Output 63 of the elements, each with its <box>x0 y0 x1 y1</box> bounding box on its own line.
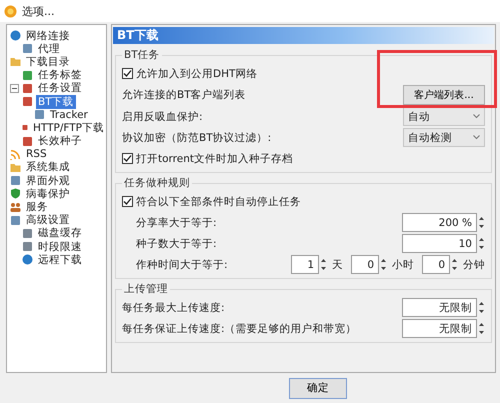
tree-item[interactable]: 网络连接 <box>24 28 72 43</box>
client-list-button[interactable]: 客户端列表... <box>403 85 485 105</box>
unit-label: 小时 <box>392 258 414 272</box>
unit-label: 分钟 <box>463 258 485 272</box>
number-field[interactable]: 1 <box>291 255 319 274</box>
tree-item[interactable]: 服务 <box>24 200 50 214</box>
tag-icon <box>22 70 33 81</box>
number-field[interactable]: 200 % <box>402 213 477 232</box>
tree-item[interactable]: 系统集成 <box>24 160 72 174</box>
collapse-icon[interactable] <box>10 84 19 93</box>
tree-item[interactable]: Tracker <box>48 108 90 121</box>
panel-title: BT下载 <box>113 27 494 44</box>
shield-icon <box>10 188 21 200</box>
tree-item[interactable]: 磁盘缓存 <box>36 226 84 240</box>
checkbox-label: 符合以下全部条件时自动停止任务 <box>136 194 301 208</box>
field-label: 允许连接的BT客户端列表 <box>122 88 246 102</box>
field-label: 种子数大于等于: <box>136 236 217 250</box>
tree-item[interactable]: 代理 <box>36 42 62 56</box>
group-title: BT任务 <box>123 48 161 62</box>
tree-item[interactable]: RSS <box>24 148 49 160</box>
field-label: 启用反吸血保护: <box>122 110 203 124</box>
tree-item[interactable]: 远程下载 <box>36 252 84 267</box>
tree-item[interactable]: 下载目录 <box>24 54 72 69</box>
field-label: 每任务最大上传速度: <box>122 300 225 314</box>
chevron-down-icon <box>473 114 480 119</box>
field-label: 作种时间大于等于: <box>136 258 228 272</box>
tree-item[interactable]: HTTP/FTP下载 <box>30 120 106 135</box>
tree-item[interactable]: 病毒保护 <box>24 186 72 201</box>
ok-button[interactable]: 确定 <box>289 378 347 398</box>
chevron-down-icon <box>473 135 480 140</box>
group-title: 上传管理 <box>123 282 169 296</box>
people-icon <box>10 202 21 213</box>
checkbox-label: 允许加入到公用DHT网络 <box>136 66 258 80</box>
number-field[interactable]: 无限制 <box>402 298 477 317</box>
field-label: 协议加密（防范BT协议过滤）: <box>122 130 272 144</box>
unit-label: 天 <box>332 258 343 272</box>
tree-item[interactable]: 界面外观 <box>24 174 72 188</box>
number-field[interactable]: 0 <box>351 255 379 274</box>
globe-icon <box>22 254 33 266</box>
window-title: 选项... <box>22 4 54 18</box>
dropdown[interactable]: 自动检测 <box>403 128 485 147</box>
folder-icon <box>10 162 21 173</box>
field-label: 分享率大于等于: <box>136 216 217 230</box>
globe-icon <box>10 30 21 42</box>
number-field[interactable]: 10 <box>402 234 477 253</box>
rss-icon <box>10 148 21 160</box>
group-title: 任务做种规则 <box>123 176 191 190</box>
checkbox-label: 打开torrent文件时加入种子存档 <box>136 152 293 166</box>
field-label: 每任务保证上传速度:（需要足够的用户和带宽） <box>122 322 357 336</box>
tree-item[interactable]: 任务标签 <box>36 68 84 82</box>
checkbox[interactable] <box>122 68 133 79</box>
tree-item[interactable]: 长效种子 <box>36 134 84 148</box>
app-icon <box>4 4 17 18</box>
number-field[interactable]: 0 <box>422 255 450 274</box>
tree-item[interactable]: BT下载 <box>36 94 76 109</box>
dropdown[interactable]: 自动 <box>403 107 485 126</box>
tree-item[interactable]: 任务设置 <box>36 81 84 96</box>
tree-item[interactable]: 时段限速 <box>36 240 84 254</box>
number-field[interactable]: 无限制 <box>402 319 477 338</box>
folder-icon <box>10 56 21 68</box>
checkbox[interactable] <box>122 196 133 207</box>
tree-item[interactable]: 高级设置 <box>24 213 72 228</box>
checkbox[interactable] <box>122 153 133 164</box>
